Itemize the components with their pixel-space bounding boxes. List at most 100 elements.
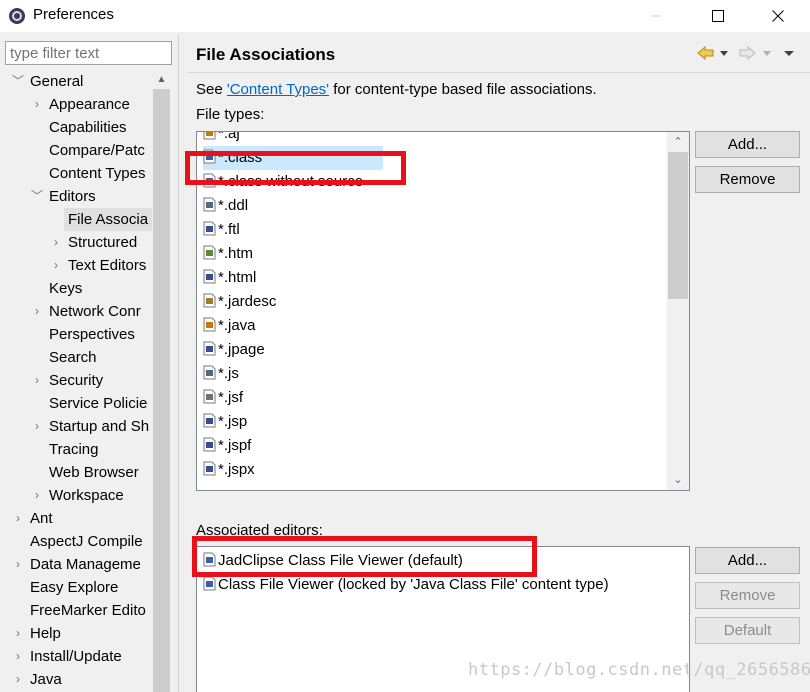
chevron-right-icon[interactable]: ›: [12, 553, 24, 576]
tree-item[interactable]: › Appearance: [0, 93, 152, 116]
file-type-name: *.jsf: [218, 389, 244, 406]
file-type-item[interactable]: *.ddl: [203, 194, 248, 218]
tree-item[interactable]: Service Policie: [0, 392, 152, 415]
file-type-item[interactable]: *.htm: [203, 242, 253, 266]
file-type-name: *.jpage: [218, 341, 265, 358]
tree-item[interactable]: › Install/Update: [0, 645, 152, 668]
tree-item[interactable]: AspectJ Compile: [0, 530, 152, 553]
chevron-right-icon[interactable]: ›: [31, 415, 43, 438]
tree-item-label: Easy Explore: [30, 579, 119, 596]
tree-item-label: Structured: [68, 234, 138, 251]
chevron-right-icon[interactable]: ›: [50, 231, 62, 254]
tree-item[interactable]: › Workspace: [0, 484, 152, 507]
file-type-item[interactable]: *.jspf: [203, 434, 251, 458]
jsf-file-icon: [203, 389, 216, 404]
file-type-item[interactable]: *.js: [203, 362, 239, 386]
tree-item-label: Data Manageme: [30, 556, 141, 573]
content-types-link[interactable]: 'Content Types': [227, 81, 329, 98]
tree-item[interactable]: › Text Editors: [0, 254, 152, 277]
tree-item[interactable]: Perspectives: [0, 323, 152, 346]
file-type-item[interactable]: *.jardesc: [203, 290, 276, 314]
scroll-up-icon[interactable]: ▲: [152, 70, 171, 89]
scroll-thumb[interactable]: [153, 89, 170, 692]
close-button[interactable]: [755, 0, 801, 32]
chevron-right-icon[interactable]: ›: [31, 369, 43, 392]
chevron-right-icon[interactable]: ›: [12, 507, 24, 530]
chevron-right-icon[interactable]: ›: [12, 622, 24, 645]
tree-item[interactable]: Keys: [0, 277, 152, 300]
tree-item[interactable]: › Security: [0, 369, 152, 392]
file-type-item[interactable]: *.jpage: [203, 338, 265, 362]
tree-item-label: Editors: [49, 188, 96, 205]
hint-suffix: for content-type based file associations…: [329, 81, 597, 98]
file-type-name: *.jspx: [218, 461, 255, 478]
tree-item[interactable]: › Java: [0, 668, 152, 691]
file-types-list[interactable]: *.aj *.class *.class without source *.ddl *.…: [196, 131, 690, 491]
watermark: https://blog.csdn.net/qq_26565861: [468, 660, 810, 680]
forward-arrow-icon: [739, 45, 756, 61]
chevron-right-icon[interactable]: ›: [12, 668, 24, 691]
tree-item[interactable]: ﹀ Editors: [0, 185, 152, 208]
tree-item-label: Security: [49, 372, 104, 389]
scroll-up-icon[interactable]: ⌃: [667, 132, 689, 152]
tree-item[interactable]: Capabilities: [0, 116, 152, 139]
file-type-name: *.ftl: [218, 221, 240, 238]
editor-default-button[interactable]: Default: [695, 617, 800, 644]
back-arrow-icon[interactable]: [697, 45, 714, 61]
file-type-item[interactable]: *.jsp: [203, 410, 247, 434]
tree-item[interactable]: › Data Manageme: [0, 553, 152, 576]
file-types-label: File types:: [196, 106, 265, 123]
close-icon: [772, 10, 784, 22]
pane-divider[interactable]: [178, 35, 179, 692]
chevron-down-icon[interactable]: ﹀: [31, 185, 43, 208]
minimize-button[interactable]: [633, 0, 679, 32]
tree-scrollbar[interactable]: ▲: [152, 70, 171, 692]
file-type-item[interactable]: *.jsf: [203, 386, 243, 410]
highlight-box-jadclipse: [192, 536, 537, 577]
scroll-thumb[interactable]: [668, 152, 688, 299]
file-type-name: *.java: [218, 317, 256, 334]
editor-remove-button[interactable]: Remove: [695, 582, 800, 609]
maximize-button[interactable]: [695, 0, 741, 32]
file-types-scrollbar[interactable]: ⌃ ⌄: [667, 132, 689, 490]
chevron-right-icon[interactable]: ›: [31, 484, 43, 507]
tree-item[interactable]: › Help: [0, 622, 152, 645]
tree-item[interactable]: Easy Explore: [0, 576, 152, 599]
file-type-add-button[interactable]: Add...: [695, 131, 800, 158]
tree-item[interactable]: › Ant: [0, 507, 152, 530]
chevron-down-icon[interactable]: ﹀: [12, 70, 24, 93]
tree-item[interactable]: Web Browser: [0, 461, 152, 484]
tree-item-label: Tracing: [49, 441, 99, 458]
tree-item-label: Capabilities: [49, 119, 127, 136]
class-viewer-icon: [203, 576, 216, 591]
back-dropdown-icon[interactable]: [720, 51, 728, 56]
forward-dropdown-icon: [763, 51, 771, 56]
file-type-remove-button[interactable]: Remove: [695, 166, 800, 193]
chevron-right-icon[interactable]: ›: [50, 254, 62, 277]
tree-item[interactable]: File Associa: [0, 208, 152, 231]
chevron-right-icon[interactable]: ›: [12, 645, 24, 668]
tree-item[interactable]: Tracing: [0, 438, 152, 461]
file-type-item[interactable]: *.java: [203, 314, 256, 338]
file-type-item[interactable]: *.jspx: [203, 458, 255, 482]
tree-item-label: Keys: [49, 280, 83, 297]
tree-item[interactable]: Search: [0, 346, 152, 369]
tree-item[interactable]: › Startup and Sh: [0, 415, 152, 438]
filter-input[interactable]: [5, 41, 172, 65]
scroll-down-icon[interactable]: ⌄: [667, 470, 689, 490]
chevron-right-icon[interactable]: ›: [31, 93, 43, 116]
tree-item[interactable]: ﹀ General: [0, 70, 152, 93]
chevron-right-icon[interactable]: ›: [31, 300, 43, 323]
file-type-item[interactable]: *.html: [203, 266, 256, 290]
title-bar: Preferences: [0, 0, 810, 32]
file-type-item[interactable]: *.aj: [203, 132, 240, 146]
tree-item[interactable]: › Network Conr: [0, 300, 152, 323]
tree-item-label: File Associa: [64, 208, 152, 231]
editor-add-button[interactable]: Add...: [695, 547, 800, 574]
tree-item[interactable]: Compare/Patc: [0, 139, 152, 162]
tree-item[interactable]: › Structured: [0, 231, 152, 254]
view-menu-icon[interactable]: [784, 51, 794, 56]
file-type-item[interactable]: *.ftl: [203, 218, 240, 242]
tree-item[interactable]: FreeMarker Edito: [0, 599, 152, 622]
tree-item[interactable]: Content Types: [0, 162, 152, 185]
